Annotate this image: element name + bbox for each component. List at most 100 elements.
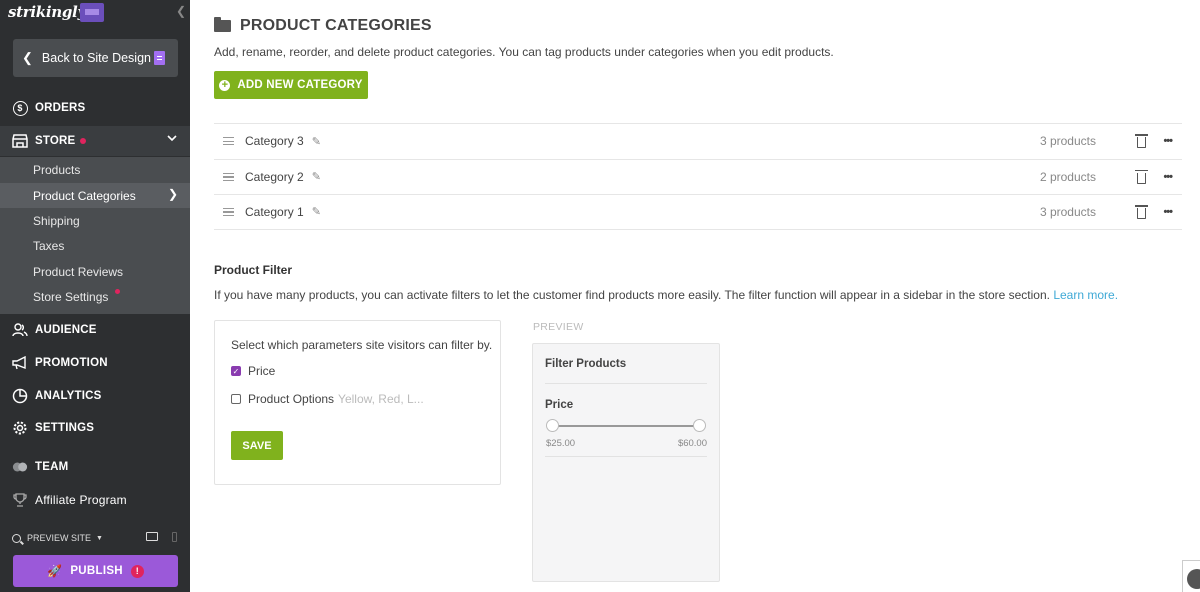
- nav-team[interactable]: TEAM: [0, 453, 190, 481]
- filter-parameters-label: Select which parameters site visitors ca…: [231, 338, 493, 352]
- chevron-right-icon: ❯: [167, 187, 178, 201]
- folder-icon: [214, 17, 231, 32]
- logo-row: strikingly ❮: [0, 0, 190, 28]
- save-button[interactable]: SAVE: [231, 431, 283, 460]
- nav-orders[interactable]: $ ORDERS: [0, 94, 190, 122]
- nav-analytics-label: ANALYTICS: [35, 390, 102, 402]
- product-count: 3 products: [1039, 134, 1096, 149]
- price-slider-min-handle[interactable]: [546, 419, 559, 432]
- store-icon: [12, 133, 28, 149]
- learn-more-link[interactable]: Learn more.: [1053, 288, 1118, 302]
- product-filter-title: Product Filter: [214, 263, 293, 277]
- filter-option-product-options[interactable]: Product Options Yellow, Red, L...: [231, 392, 424, 406]
- price-max-value: $60.00: [677, 438, 707, 449]
- more-icon[interactable]: •••: [1163, 171, 1173, 183]
- desktop-icon[interactable]: [146, 532, 158, 541]
- product-count: 2 products: [1039, 169, 1096, 184]
- publish-label: PUBLISH: [70, 565, 123, 577]
- filter-preview-panel: Filter Products Price $25.00 $60.00: [532, 343, 720, 582]
- plus-circle-icon: +: [219, 79, 231, 91]
- page-description: Add, rename, reorder, and delete product…: [214, 45, 834, 59]
- team-icon: [12, 459, 28, 475]
- publish-button[interactable]: 🚀 PUBLISH !: [13, 555, 178, 587]
- notification-dot: [115, 289, 120, 294]
- sidebar-item-shipping[interactable]: Shipping: [33, 214, 80, 228]
- add-new-category-button[interactable]: + ADD NEW CATEGORY: [214, 71, 368, 99]
- back-to-site-design-button[interactable]: ❮ Back to Site Design: [13, 39, 178, 77]
- divider: [545, 383, 707, 384]
- divider: [545, 456, 707, 457]
- price-slider-max-handle[interactable]: [693, 419, 706, 432]
- logo[interactable]: strikingly: [8, 3, 86, 21]
- pencil-icon[interactable]: ✎: [312, 135, 321, 148]
- mobile-icon[interactable]: [172, 532, 177, 542]
- sidebar-item-product-categories: Product Categories: [33, 189, 136, 203]
- preview-site-row[interactable]: PREVIEW SITE ▼: [12, 530, 182, 546]
- more-icon[interactable]: •••: [1163, 135, 1173, 147]
- drag-handle-icon[interactable]: [223, 137, 234, 146]
- gear-icon: [12, 420, 28, 436]
- price-heading: Price: [545, 399, 574, 411]
- nav-audience-label: AUDIENCE: [35, 324, 97, 336]
- pencil-icon[interactable]: ✎: [312, 170, 321, 183]
- nav-audience[interactable]: AUDIENCE: [0, 316, 190, 344]
- category-row[interactable]: Category 3 ✎ 3 products •••: [214, 123, 1182, 159]
- search-icon: [12, 533, 21, 543]
- nav-orders-label: ORDERS: [35, 102, 86, 114]
- trash-icon[interactable]: [1135, 205, 1148, 219]
- nav-promotion[interactable]: PROMOTION: [0, 349, 190, 377]
- nav-store[interactable]: STORE: [0, 126, 190, 156]
- sidebar-item-products[interactable]: Products: [33, 163, 80, 177]
- nav-team-label: TEAM: [35, 461, 69, 473]
- trash-icon[interactable]: [1135, 134, 1148, 148]
- category-row[interactable]: Category 2 ✎ 2 products •••: [214, 158, 1182, 195]
- product-options-hint: Yellow, Red, L...: [338, 392, 424, 406]
- sidebar-item-product-reviews[interactable]: Product Reviews: [33, 265, 123, 279]
- nav-affiliate-label: Affiliate Program: [35, 493, 127, 507]
- more-icon[interactable]: •••: [1163, 206, 1173, 218]
- page-title: PRODUCT CATEGORIES: [214, 17, 432, 35]
- sidebar-item-taxes[interactable]: Taxes: [33, 239, 64, 253]
- category-name: Category 1: [245, 204, 304, 219]
- trophy-icon: [12, 492, 28, 508]
- back-button-label: Back to Site Design: [41, 51, 151, 65]
- sidebar-item-product-categories-active[interactable]: Product Categories ❯: [0, 183, 190, 208]
- alert-icon: !: [130, 564, 144, 578]
- filter-products-title: Filter Products: [545, 358, 627, 370]
- notification-dot: [80, 138, 87, 144]
- people-icon: [12, 322, 28, 338]
- drag-handle-icon[interactable]: [223, 172, 234, 181]
- price-option-label: Price: [248, 364, 276, 378]
- preview-site-label: PREVIEW SITE: [27, 533, 92, 543]
- collapse-sidebar-icon[interactable]: ❮: [176, 4, 186, 18]
- pencil-icon[interactable]: ✎: [312, 205, 321, 218]
- add-button-label: ADD NEW CATEGORY: [237, 79, 363, 91]
- drag-handle-icon[interactable]: [223, 207, 234, 216]
- page-title-text: PRODUCT CATEGORIES: [240, 17, 432, 34]
- sidebar-item-store-settings[interactable]: Store Settings: [33, 290, 108, 304]
- nav-affiliate-program[interactable]: Affiliate Program: [0, 486, 190, 514]
- nav-settings-label: SETTINGS: [35, 422, 95, 434]
- rocket-icon: 🚀: [47, 564, 63, 578]
- megaphone-icon: [12, 355, 28, 371]
- product-options-checkbox[interactable]: [231, 394, 241, 404]
- nav-store-label: STORE: [35, 135, 76, 147]
- nav-analytics[interactable]: ANALYTICS: [0, 382, 190, 410]
- price-slider-track[interactable]: [552, 425, 700, 427]
- site-thumbnail-icon[interactable]: [80, 3, 104, 22]
- price-checkbox[interactable]: ✓: [231, 366, 241, 376]
- category-list: Category 3 ✎ 3 products ••• Category 2 ✎…: [214, 123, 1182, 230]
- dollar-icon: $: [12, 100, 28, 116]
- chevron-left-icon: ❮: [22, 50, 33, 65]
- trash-icon[interactable]: [1135, 169, 1148, 184]
- pie-chart-icon: [12, 388, 28, 404]
- price-min-value: $25.00: [546, 438, 576, 449]
- category-row[interactable]: Category 1 ✎ 3 products •••: [214, 194, 1182, 230]
- filter-settings-box: Select which parameters site visitors ca…: [214, 320, 501, 485]
- product-options-label: Product Options: [248, 392, 335, 406]
- main-content: PRODUCT CATEGORIES Add, rename, reorder,…: [190, 0, 1200, 592]
- filter-option-price[interactable]: ✓ Price: [231, 364, 275, 378]
- nav-settings[interactable]: SETTINGS: [0, 414, 190, 442]
- chat-widget[interactable]: [1182, 560, 1200, 592]
- category-name: Category 2: [245, 169, 304, 184]
